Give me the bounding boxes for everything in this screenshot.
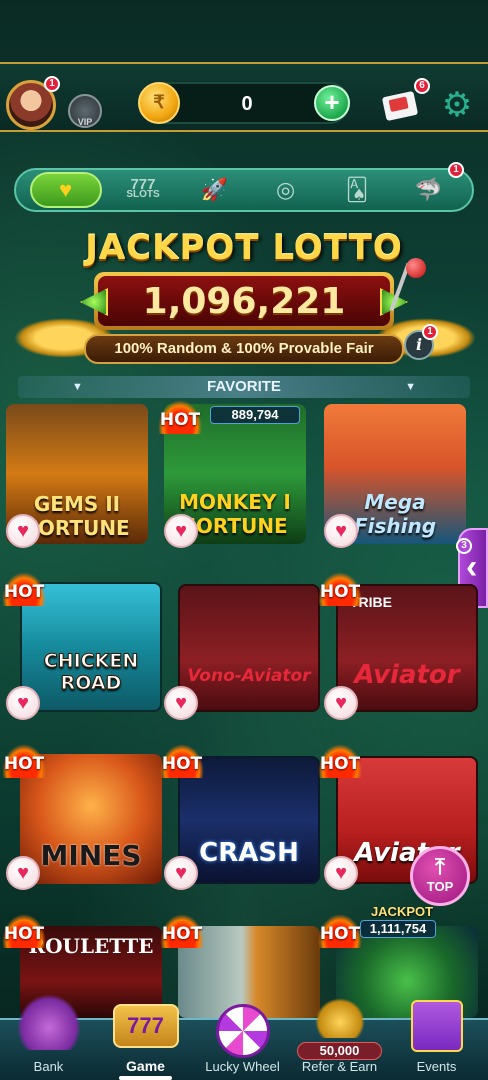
top-bar: 1 VIP ₹ 0 + 6 ⚙: [0, 62, 488, 132]
lucky-wheel-icon: [215, 1004, 270, 1058]
favorite-heart-button[interactable]: ♥: [164, 686, 198, 720]
rocket-icon: 🚀: [200, 177, 229, 202]
vip-icon[interactable]: VIP: [68, 94, 102, 128]
favorite-heart-button[interactable]: ♥: [6, 514, 40, 548]
tab-crash[interactable]: 🚀: [184, 172, 244, 208]
game-title: Vono-Aviator: [187, 666, 311, 686]
category-bar: ♥ 777 SLOTS 🚀 ◎ 🂡 🦈 1: [14, 162, 474, 212]
favorite-heart-button[interactable]: ♥: [324, 856, 358, 890]
avatar-notification-badge: 1: [44, 76, 60, 92]
favorite-section-bar[interactable]: ▼ FAVORITE ▼: [18, 376, 470, 398]
roulette-icon: ◎: [276, 177, 296, 202]
favorite-heart-button[interactable]: ♥: [164, 856, 198, 890]
active-indicator: [119, 1076, 172, 1080]
triangle-down-icon: ▼: [405, 381, 416, 393]
bank-icon: [16, 994, 81, 1050]
deposit-plus-button[interactable]: +: [314, 85, 350, 121]
mail-badge: 6: [414, 78, 430, 94]
favorite-heart-button[interactable]: ♥: [324, 686, 358, 720]
arrow-left-icon: [80, 288, 108, 316]
nav-events[interactable]: Events: [388, 1000, 485, 1080]
hot-badge: HOT: [318, 572, 362, 606]
tab-slots[interactable]: 777 SLOTS: [113, 172, 173, 208]
hot-badge: HOT: [160, 744, 204, 778]
game-jackpot-value: 889,794: [210, 406, 300, 424]
bottom-navigation: Bank 777 Game Lucky Wheel 50,000 Refer &…: [0, 994, 488, 1080]
favorite-heart-button[interactable]: ♥: [6, 686, 40, 720]
side-drawer-badge: 3: [456, 538, 472, 554]
tab-roulette[interactable]: ◎: [256, 172, 316, 208]
lever-ball-icon: [406, 258, 426, 278]
gift-icon: [410, 1000, 463, 1052]
category-badge: 1: [448, 162, 464, 178]
game-jackpot-value: 1,111,754: [360, 920, 436, 938]
jackpot-amount: 1,096,221: [142, 280, 346, 322]
hot-badge: HOT: [318, 744, 362, 778]
game-tile-vono-aviator[interactable]: Vono-Aviator: [178, 584, 320, 712]
hot-badge: HOT: [2, 744, 46, 778]
hot-badge: HOT: [2, 914, 46, 948]
triangle-down-icon: ▼: [72, 381, 83, 393]
tab-fishing[interactable]: 🦈: [398, 172, 458, 208]
hot-badge: HOT: [160, 914, 204, 948]
tab-cards[interactable]: 🂡: [327, 172, 387, 208]
game-title: CHICKEN ROAD: [43, 650, 139, 695]
hot-badge: HOT: [158, 400, 202, 434]
nav-refer-earn[interactable]: 50,000 Refer & Earn: [291, 998, 388, 1080]
coins-icon: [314, 998, 365, 1038]
game-jackpot-label: JACKPOT: [370, 904, 434, 919]
nav-bank-label: Bank: [33, 1059, 64, 1074]
nav-lucky-wheel[interactable]: Lucky Wheel: [194, 1004, 291, 1080]
refer-amount: 50,000: [297, 1042, 382, 1060]
favorite-heart-button[interactable]: ♥: [6, 856, 40, 890]
top-button-label: TOP: [426, 879, 454, 894]
jackpot-counter[interactable]: 1,096,221: [80, 272, 408, 330]
nav-refer-earn-label: Refer & Earn: [301, 1059, 378, 1074]
heart-icon: ♥: [59, 177, 73, 202]
info-badge: 1: [422, 324, 438, 340]
favorite-heart-button[interactable]: ♥: [164, 514, 198, 548]
hot-badge: HOT: [318, 914, 362, 948]
nav-game-label: Game: [126, 1058, 165, 1074]
scroll-to-top-button[interactable]: ⤒ TOP: [410, 846, 470, 906]
hot-badge: HOT: [2, 572, 46, 606]
nav-lucky-wheel-label: Lucky Wheel: [205, 1059, 280, 1074]
gear-icon[interactable]: ⚙: [440, 88, 474, 122]
arrow-up-icon: ⤒: [435, 854, 445, 879]
game-title: Aviator: [354, 660, 460, 690]
game-title: MINES: [40, 839, 142, 872]
tab-favorite-heart[interactable]: ♥: [29, 172, 102, 208]
slot-777-icon: 777: [112, 1004, 179, 1048]
nav-bank[interactable]: Bank: [0, 994, 97, 1080]
slots-label: SLOTS: [126, 189, 160, 200]
favorite-heart-button[interactable]: ♥: [324, 514, 358, 548]
favorite-label: FAVORITE: [207, 378, 281, 395]
nav-game[interactable]: 777 Game: [97, 1004, 194, 1080]
shark-icon: 🦈: [414, 177, 442, 202]
cards-icon: 🂡: [345, 177, 369, 202]
nav-events-label: Events: [416, 1059, 457, 1074]
game-title: CRASH: [199, 838, 299, 868]
jackpot-subtitle: 100% Random & 100% Provable Fair: [84, 334, 404, 364]
balance-display: ₹ 0 +: [138, 82, 350, 124]
